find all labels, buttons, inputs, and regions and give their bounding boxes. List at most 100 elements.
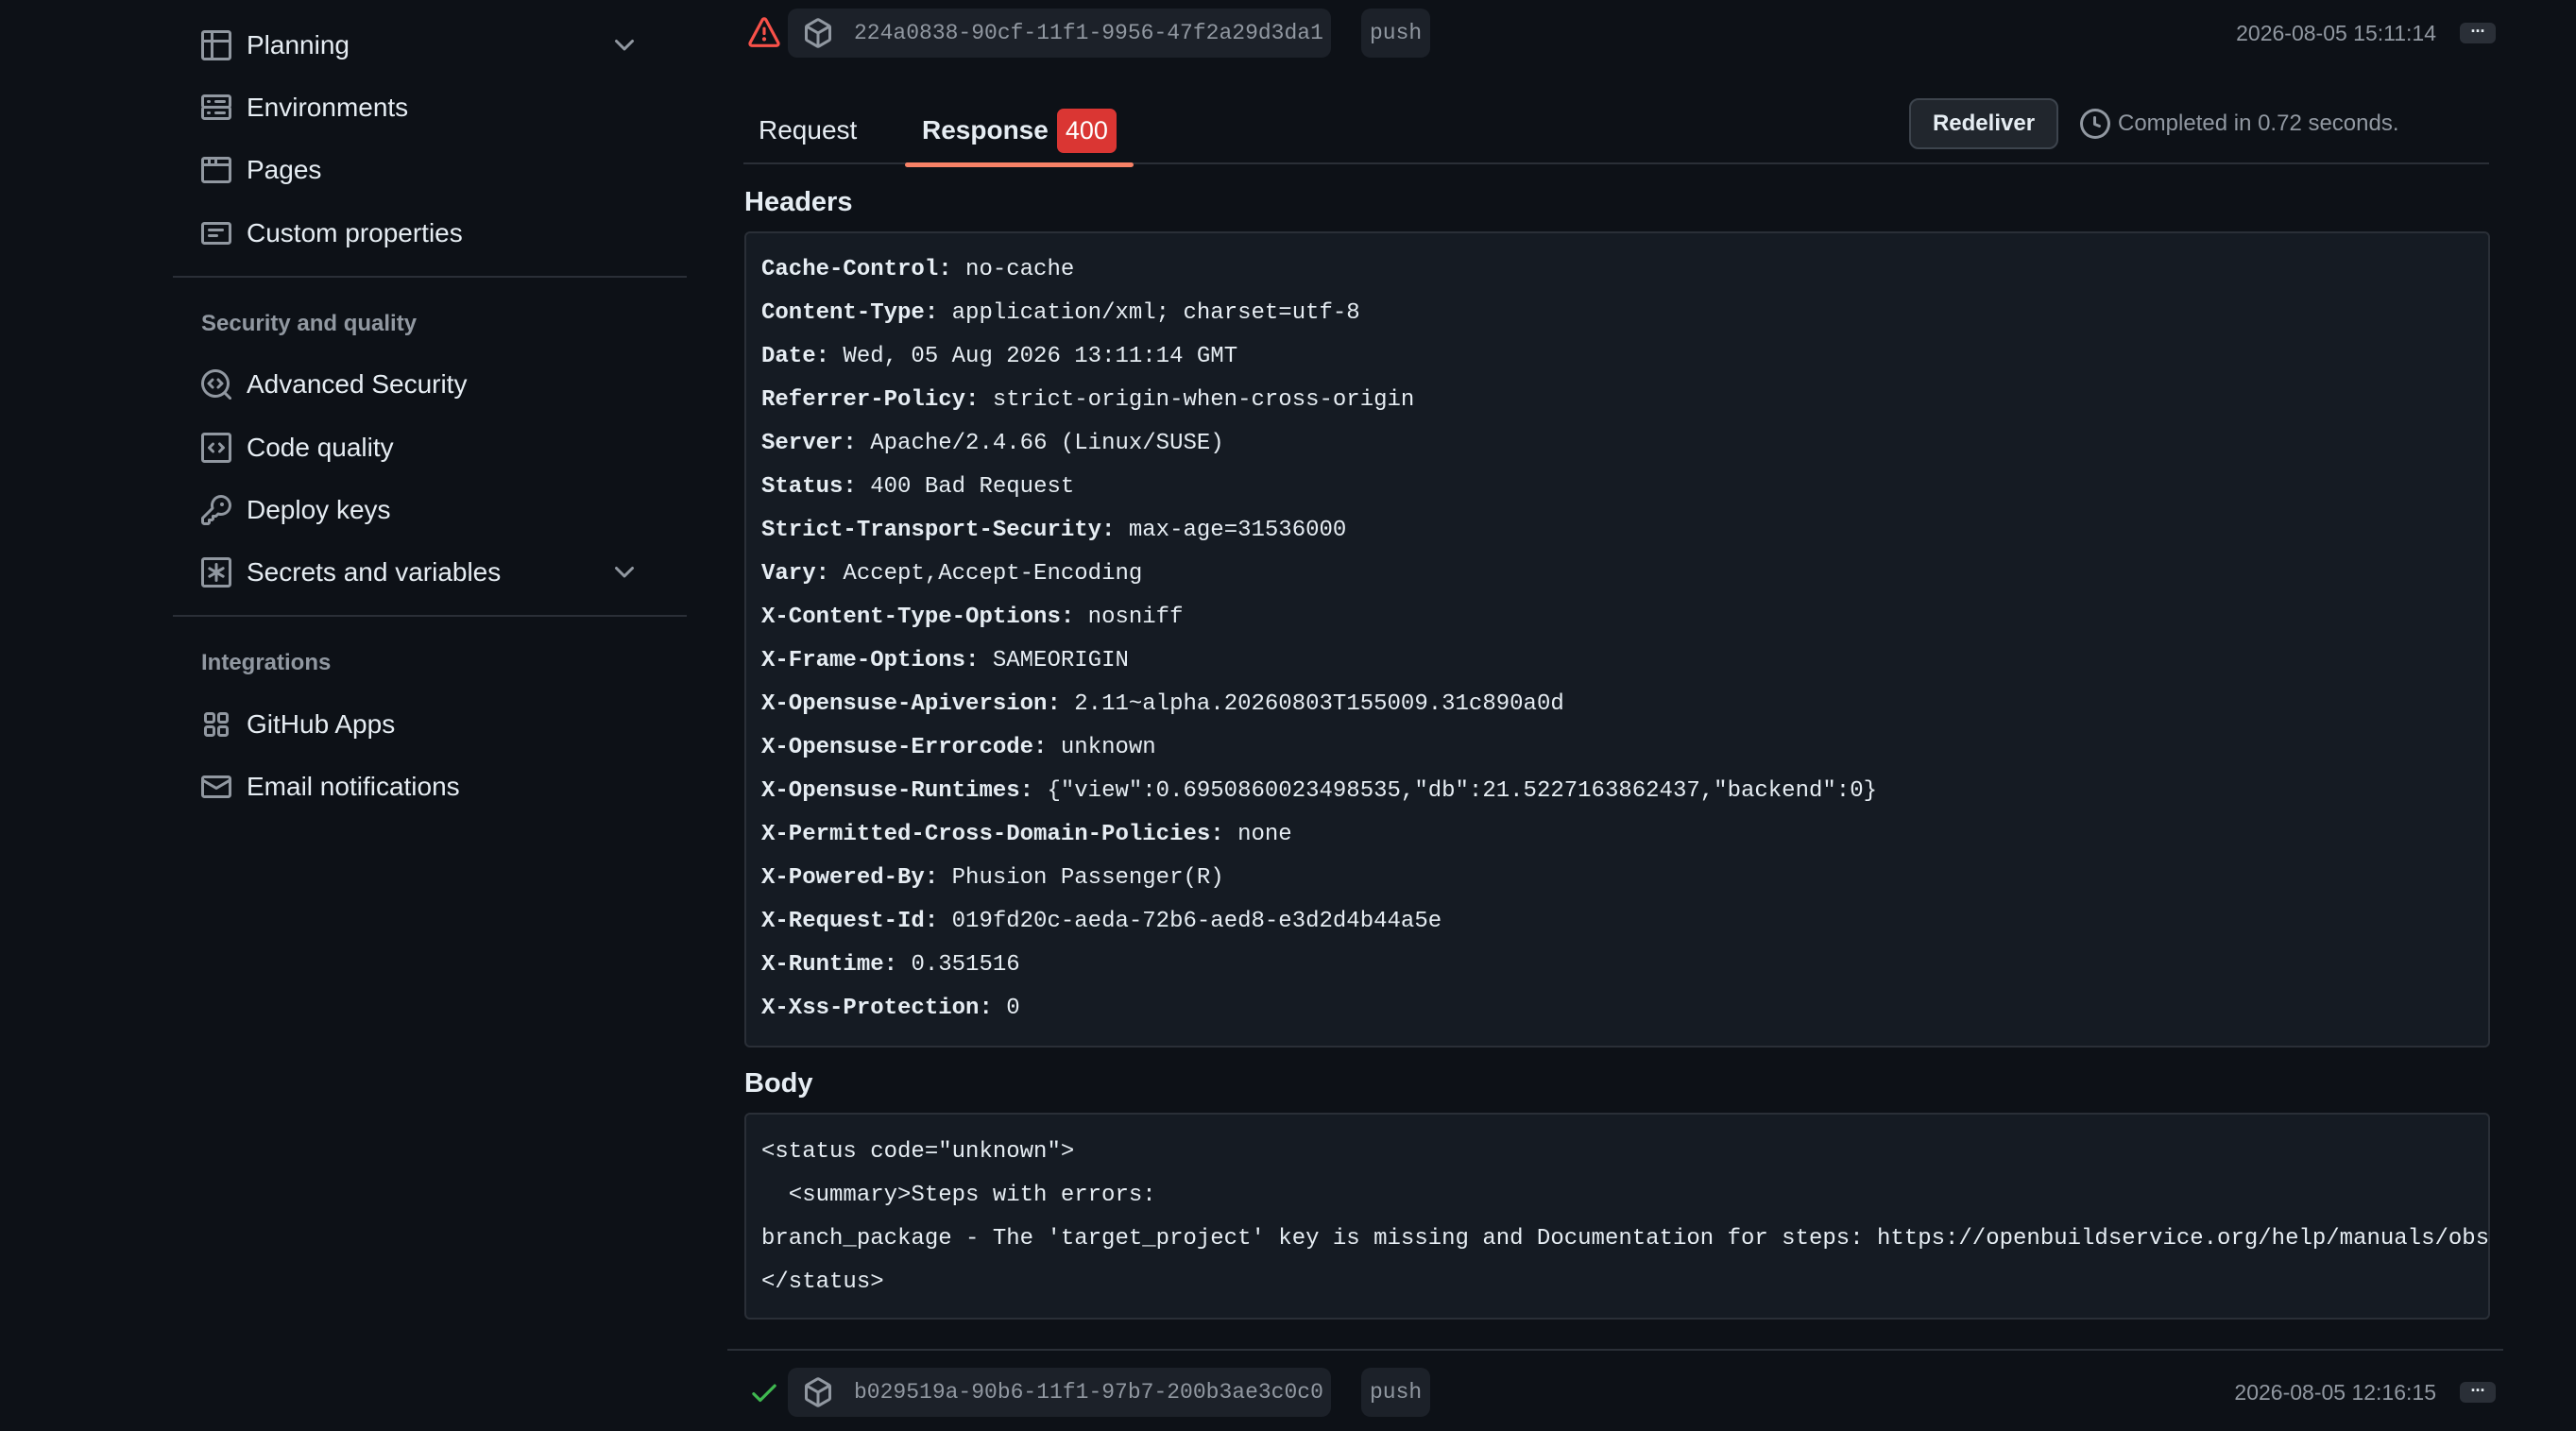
header-value: no-cache <box>965 257 1075 282</box>
more-options-button[interactable]: ... <box>2460 18 2496 43</box>
chevron-down-icon[interactable] <box>609 557 640 588</box>
delivery-event: push <box>1361 9 1431 58</box>
header-value: application/xml; charset=utf-8 <box>951 300 1360 326</box>
sidebar-divider <box>173 615 687 617</box>
header-key: X-Powered-By: <box>761 865 939 891</box>
header-line: X-Runtime: 0.351516 <box>761 944 1020 987</box>
header-line: X-Opensuse-Runtimes: {"view":0.695086002… <box>761 770 1877 813</box>
completed-text: Completed in 0.72 seconds. <box>2118 111 2399 136</box>
codescan-icon <box>201 369 231 400</box>
header-value: Apache/2.4.66 (Linux/SUSE) <box>870 431 1224 456</box>
sidebar-item-advanced-security[interactable]: Advanced Security <box>201 356 658 413</box>
header-line: X-Xss-Protection: 0 <box>761 987 1020 1031</box>
header-value: none <box>1237 822 1292 847</box>
tab-response[interactable]: Response 400 <box>905 100 1134 167</box>
delivery-guid[interactable]: b029519a-90b6-11f1-97b7-200b3ae3c0c0 <box>788 1368 1331 1417</box>
sidebar-item-label: Environments <box>247 93 409 122</box>
sidebar-divider <box>173 276 687 278</box>
sidebar-item-planning[interactable]: Planning <box>201 17 658 74</box>
header-key: Vary: <box>761 561 830 587</box>
sidebar-section-title-integrations: Integrations <box>201 650 332 675</box>
tab-request[interactable]: Request <box>759 100 857 161</box>
header-value: 019fd20c-aeda-72b6-aed8-e3d2d4b44a5e <box>951 909 1442 934</box>
check-icon <box>748 1376 780 1408</box>
header-key: Date: <box>761 344 830 369</box>
header-key: X-Content-Type-Options: <box>761 605 1075 630</box>
sidebar-item-email-notifications[interactable]: Email notifications <box>201 758 658 815</box>
tab-request-label: Request <box>759 115 858 145</box>
header-value: 400 Bad Request <box>870 474 1075 500</box>
header-key: Referrer-Policy: <box>761 387 980 413</box>
sidebar-item-environments[interactable]: Environments <box>201 79 658 136</box>
sidebar-item-pages[interactable]: Pages <box>201 142 658 198</box>
header-key: X-Opensuse-Runtimes: <box>761 778 1034 804</box>
header-value: Phusion Passenger(R) <box>951 865 1224 891</box>
headers-title: Headers <box>744 187 853 217</box>
header-line: Server: Apache/2.4.66 (Linux/SUSE) <box>761 422 1224 466</box>
delivery-event: push <box>1361 1368 1431 1417</box>
tab-response-label: Response <box>922 115 1049 145</box>
sidebar-item-label: Deploy keys <box>247 495 391 524</box>
header-value: strict-origin-when-cross-origin <box>992 387 1415 413</box>
header-key: X-Opensuse-Apiversion: <box>761 691 1061 717</box>
body-line: <summary>Steps with errors: <box>761 1183 1156 1208</box>
header-line: Vary: Accept,Accept-Encoding <box>761 553 1142 596</box>
header-key: X-Xss-Protection: <box>761 996 993 1021</box>
sidebar-item-label: Secrets and variables <box>247 557 502 587</box>
delivery-row[interactable]: b029519a-90b6-11f1-97b7-200b3ae3c0c0 pus… <box>727 1364 2503 1421</box>
sidebar-item-code-quality[interactable]: Code quality <box>201 419 658 476</box>
sidebar-item-custom-properties[interactable]: Custom properties <box>201 205 658 262</box>
chevron-down-icon[interactable] <box>609 30 640 60</box>
sidebar-item-deploy-keys[interactable]: Deploy keys <box>201 482 658 538</box>
header-value: Accept,Accept-Encoding <box>843 561 1143 587</box>
alert-icon <box>748 17 780 49</box>
header-line: Referrer-Policy: strict-origin-when-cros… <box>761 379 1414 422</box>
sidebar-item-label: Code quality <box>247 433 394 462</box>
sidebar-item-label: Planning <box>247 30 350 60</box>
header-value: nosniff <box>1087 605 1184 630</box>
sidebar-item-github-apps[interactable]: GitHub Apps <box>201 696 658 753</box>
sidebar-item-secrets-and-variables[interactable]: Secrets and variables <box>201 544 658 601</box>
header-line: X-Frame-Options: SAMEORIGIN <box>761 639 1129 683</box>
file-code-icon <box>201 433 231 463</box>
sidebar-item-label: Email notifications <box>247 772 460 801</box>
header-key: X-Request-Id: <box>761 909 939 934</box>
delivery-guid-text: b029519a-90b6-11f1-97b7-200b3ae3c0c0 <box>854 1380 1323 1405</box>
header-key: X-Permitted-Cross-Domain-Policies: <box>761 822 1224 847</box>
header-key: X-Opensuse-Errorcode: <box>761 735 1048 760</box>
header-key: Status: <box>761 474 857 500</box>
status-code-badge: 400 <box>1056 108 1117 153</box>
webhook-deliveries-panel: 224a0838-90cf-11f1-9956-47f2a29d3da1 pus… <box>727 0 2503 1431</box>
package-icon <box>803 18 833 48</box>
header-value: max-age=31536000 <box>1128 518 1347 543</box>
sidebar-item-label: Advanced Security <box>247 369 468 399</box>
redeliver-button[interactable]: Redeliver <box>1909 98 2058 149</box>
header-key: Server: <box>761 431 857 456</box>
browser-icon <box>201 155 231 185</box>
header-value: 0 <box>1006 996 1020 1021</box>
delivery-timestamp: 2026-08-05 15:11:14 <box>2236 20 2436 45</box>
delivery-row[interactable]: 224a0838-90cf-11f1-9956-47f2a29d3da1 pus… <box>727 5 2503 61</box>
header-line: X-Content-Type-Options: nosniff <box>761 596 1184 639</box>
delivery-guid-text: 224a0838-90cf-11f1-9956-47f2a29d3da1 <box>854 21 1323 45</box>
package-icon <box>803 1377 833 1407</box>
body-line: </status> <box>761 1269 884 1295</box>
header-key: Strict-Transport-Security: <box>761 518 1116 543</box>
body-line: branch_package - The 'target_project' ke… <box>761 1226 2490 1252</box>
table-icon <box>201 30 231 60</box>
header-line: X-Permitted-Cross-Domain-Policies: none <box>761 813 1292 857</box>
header-key: X-Runtime: <box>761 952 898 978</box>
header-line: X-Opensuse-Errorcode: unknown <box>761 726 1156 770</box>
key-icon <box>201 495 231 525</box>
delivery-timestamp: 2026-08-05 12:16:15 <box>2234 1379 2436 1405</box>
header-value: 2.11~alpha.20260803T155009.31c890a0d <box>1074 691 1564 717</box>
server-icon <box>201 93 231 123</box>
completed-duration: Completed in 0.72 seconds. <box>2080 108 2399 140</box>
header-key: Cache-Control: <box>761 257 952 282</box>
apps-icon <box>201 709 231 740</box>
delivery-guid[interactable]: 224a0838-90cf-11f1-9956-47f2a29d3da1 <box>788 9 1331 58</box>
settings-sidebar: Planning Environments Pages Custom properti… <box>173 0 687 1431</box>
delivery-tabs: Request Response 400 Redeliver Completed… <box>743 91 2489 167</box>
header-line: Date: Wed, 05 Aug 2026 13:11:14 GMT <box>761 335 1237 379</box>
more-options-button[interactable]: ... <box>2460 1377 2496 1403</box>
